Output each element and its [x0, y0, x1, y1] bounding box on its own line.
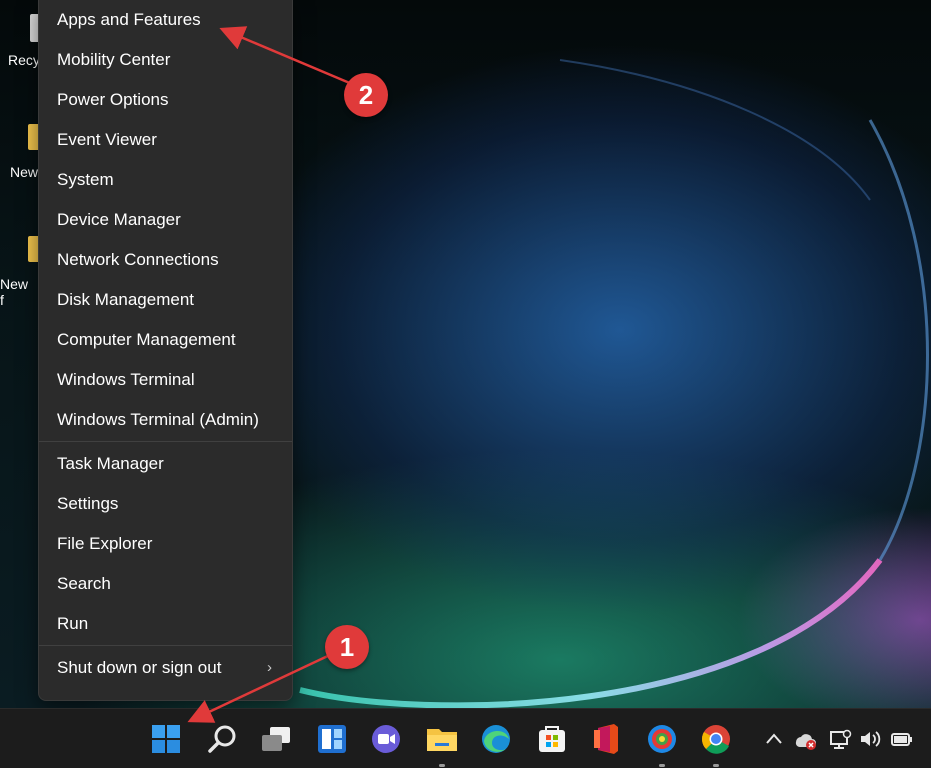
battery-tray-button[interactable] — [888, 726, 914, 752]
edge-dev-button[interactable] — [642, 719, 682, 759]
step-1-badge: 1 — [325, 625, 369, 669]
task-view-button[interactable] — [256, 719, 296, 759]
chevron-right-icon: › — [267, 648, 272, 688]
edge-button[interactable] — [476, 719, 516, 759]
menu-item-shut-down-or-sign-out[interactable]: Shut down or sign out › — [39, 648, 292, 688]
show-hidden-icons-button[interactable] — [764, 726, 784, 752]
search-icon — [202, 719, 242, 759]
menu-item-apps-and-features[interactable]: Apps and Features — [39, 0, 292, 40]
network-tray-button[interactable] — [828, 726, 852, 752]
store-icon — [532, 719, 572, 759]
menu-item-run[interactable]: Run — [39, 604, 292, 644]
menu-item-network-connections[interactable]: Network Connections — [39, 240, 292, 280]
running-indicator — [713, 764, 719, 767]
file-explorer-icon — [422, 719, 462, 759]
onedrive-error-icon — [792, 726, 818, 752]
chevron-up-icon — [764, 726, 784, 752]
menu-item-computer-management[interactable]: Computer Management — [39, 320, 292, 360]
desktop-icon-label: New — [10, 164, 38, 180]
edge-dev-icon — [642, 719, 682, 759]
volume-tray-button[interactable] — [858, 726, 882, 752]
chat-button[interactable] — [366, 719, 406, 759]
menu-item-label: Shut down or sign out — [57, 658, 221, 677]
menu-item-settings[interactable]: Settings — [39, 484, 292, 524]
battery-icon — [888, 726, 914, 752]
taskbar — [0, 708, 931, 768]
onedrive-tray-button[interactable] — [792, 726, 818, 752]
task-view-icon — [256, 719, 296, 759]
running-indicator — [439, 764, 445, 767]
running-indicator — [659, 764, 665, 767]
file-explorer-button[interactable] — [422, 719, 462, 759]
menu-item-power-options[interactable]: Power Options — [39, 80, 292, 120]
menu-item-system[interactable]: System — [39, 160, 292, 200]
menu-separator — [39, 645, 292, 646]
store-button[interactable] — [532, 719, 572, 759]
desktop-icon-label: New f — [0, 276, 28, 308]
menu-item-disk-management[interactable]: Disk Management — [39, 280, 292, 320]
menu-item-device-manager[interactable]: Device Manager — [39, 200, 292, 240]
winx-context-menu: Apps and Features Mobility Center Power … — [38, 0, 293, 701]
chrome-button[interactable] — [696, 719, 736, 759]
menu-item-windows-terminal[interactable]: Windows Terminal — [39, 360, 292, 400]
widgets-icon — [312, 719, 352, 759]
widgets-button[interactable] — [312, 719, 352, 759]
menu-item-windows-terminal-admin[interactable]: Windows Terminal (Admin) — [39, 400, 292, 440]
chat-icon — [366, 719, 406, 759]
menu-item-mobility-center[interactable]: Mobility Center — [39, 40, 292, 80]
chrome-icon — [696, 719, 736, 759]
start-button[interactable] — [146, 719, 186, 759]
menu-item-file-explorer[interactable]: File Explorer — [39, 524, 292, 564]
menu-item-event-viewer[interactable]: Event Viewer — [39, 120, 292, 160]
menu-item-search[interactable]: Search — [39, 564, 292, 604]
menu-separator — [39, 441, 292, 442]
desktop-icon-label: Recy — [8, 52, 40, 68]
search-button[interactable] — [202, 719, 242, 759]
menu-item-task-manager[interactable]: Task Manager — [39, 444, 292, 484]
step-2-badge: 2 — [344, 73, 388, 117]
network-icon — [828, 726, 852, 752]
office-button[interactable] — [586, 719, 626, 759]
windows-start-icon — [146, 719, 186, 759]
office-icon — [586, 719, 626, 759]
volume-icon — [858, 726, 882, 752]
edge-icon — [476, 719, 516, 759]
